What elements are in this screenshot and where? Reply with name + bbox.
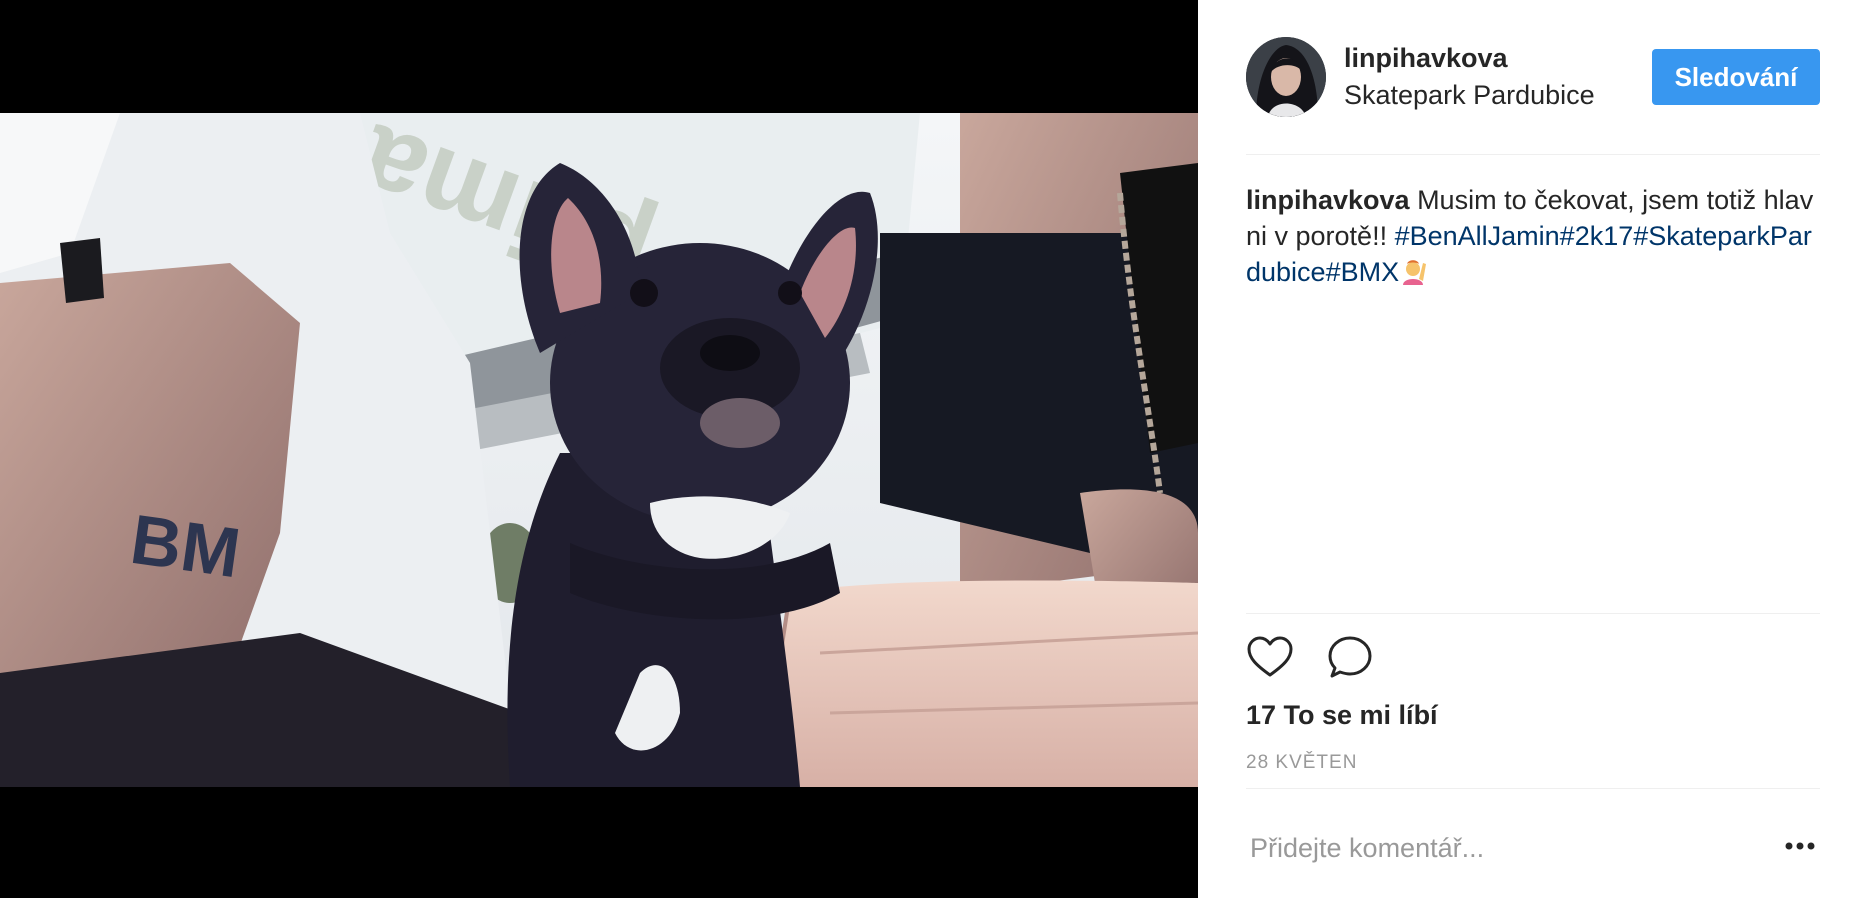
avatar-image (1246, 37, 1326, 117)
post-side-panel: linpihavkova Skatepark Pardubice Sledová… (1198, 0, 1864, 898)
heart-icon[interactable] (1246, 634, 1294, 682)
post-username[interactable]: linpihavkova (1344, 43, 1508, 74)
divider (1246, 154, 1820, 155)
post-date[interactable]: 28 KVĚTEN (1246, 752, 1357, 774)
speech-bubble-icon[interactable] (1326, 634, 1374, 682)
likes-count[interactable]: 17 To se mi líbí (1246, 700, 1438, 731)
follow-button[interactable]: Sledování (1652, 49, 1820, 105)
post-header: linpihavkova Skatepark Pardubice Sledová… (1246, 37, 1820, 117)
divider (1246, 788, 1820, 789)
post-photo[interactable]: prima BM (0, 113, 1198, 787)
photo-dog-french-bulldog: prima BM (0, 113, 1198, 787)
caption-username[interactable]: linpihavkova (1246, 185, 1410, 215)
person-raising-hand-emoji (1403, 260, 1427, 285)
more-options-icon[interactable] (1780, 830, 1820, 862)
avatar[interactable] (1246, 37, 1326, 117)
comment-input[interactable] (1246, 820, 1730, 876)
post-location[interactable]: Skatepark Pardubice (1344, 80, 1595, 111)
post-caption: linpihavkova Musim to čekovat, jsem toti… (1246, 182, 1820, 290)
photo-pane: prima BM (0, 0, 1198, 898)
svg-text:BM: BM (126, 500, 245, 592)
divider (1246, 613, 1820, 614)
